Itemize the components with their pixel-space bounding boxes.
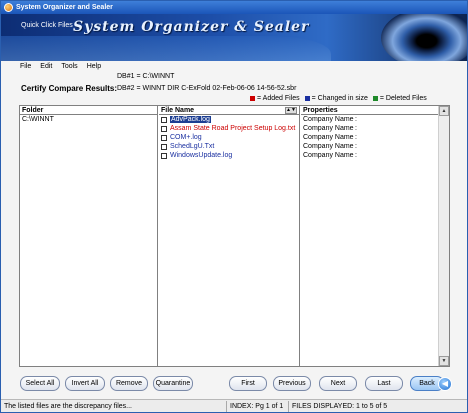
eye-graphic [381, 14, 467, 61]
properties-header: Properties [301, 106, 439, 115]
scroll-down-arrow-icon[interactable]: ▼ [439, 356, 449, 366]
first-button[interactable]: First [229, 376, 267, 391]
properties-list: Company Name: Company Name: Company Name: C… [301, 115, 439, 160]
quarantine-button[interactable]: Quarantine [153, 376, 193, 391]
legend-added: = Added Files [250, 95, 300, 102]
file-name-header-label: File Name [161, 107, 195, 114]
results-panes: Folder C:\WINNT File Name ▲▼ AdvPack.log… [19, 105, 450, 367]
property-row: Company Name: [301, 133, 439, 142]
next-button[interactable]: Next [319, 376, 357, 391]
status-message: The listed files are the discrepancy fil… [1, 400, 227, 412]
banner-wave [1, 36, 331, 61]
scroll-up-arrow-icon[interactable]: ▲ [439, 106, 449, 116]
menu-tools[interactable]: Tools [61, 63, 77, 70]
select-all-button[interactable]: Select All [20, 376, 60, 391]
folder-item[interactable]: C:\WINNT [20, 116, 157, 123]
menu-help[interactable]: Help [87, 63, 101, 70]
window-title: System Organizer and Sealer [16, 4, 113, 11]
legend-deleted: = Deleted Files [372, 95, 427, 102]
legend-swatch-changed [304, 95, 310, 101]
file-name[interactable]: COM+.log [170, 134, 202, 141]
property-row: Company Name: [301, 142, 439, 151]
file-row[interactable]: Assam State Road Project Setup Log.txt [159, 124, 299, 133]
file-row[interactable]: SchedLgU.Txt [159, 142, 299, 151]
invert-all-button[interactable]: Invert All [65, 376, 105, 391]
brand-logo-text: System Organizer & Sealer [73, 19, 310, 35]
banner: Quick Click Files System Organizer & Sea… [1, 14, 467, 61]
property-row: Company Name: [301, 115, 439, 124]
file-row[interactable]: COM+.log [159, 133, 299, 142]
property-key: Company Name [303, 134, 354, 141]
vertical-scrollbar[interactable]: ▲ ▼ [438, 106, 449, 366]
sort-button-icon[interactable]: ▲▼ [285, 107, 297, 114]
legend-changed: = Changed in size [304, 95, 368, 102]
file-pane: File Name ▲▼ AdvPack.log Assam State Road… [159, 106, 300, 366]
previous-button[interactable]: Previous [273, 376, 311, 391]
property-key: Company Name [303, 125, 354, 132]
file-checkbox[interactable] [161, 143, 167, 150]
property-separator: : [355, 134, 357, 141]
back-arrow-icon[interactable]: ◀ [438, 377, 452, 391]
file-row[interactable]: WindowsUpdate.log [159, 151, 299, 160]
property-separator: : [355, 116, 357, 123]
status-index: INDEX: Pg 1 of 1 [227, 400, 289, 412]
file-list: AdvPack.log Assam State Road Project Setu… [159, 115, 299, 160]
menu-edit[interactable]: Edit [40, 63, 52, 70]
property-separator: : [355, 152, 357, 159]
legend-swatch-deleted [372, 95, 378, 101]
file-name-header: File Name ▲▼ [159, 106, 299, 115]
file-checkbox[interactable] [161, 134, 167, 141]
db2-path: DB#2 = WINNT DIR C-ExFold 02-Feb-06-06 1… [117, 85, 297, 92]
last-button[interactable]: Last [365, 376, 403, 391]
menu-file[interactable]: File [20, 63, 31, 70]
property-row: Company Name: [301, 151, 439, 160]
compare-info: DB#1 = C:\WINNT Certify Compare Results:… [21, 71, 461, 105]
file-name[interactable]: WindowsUpdate.log [170, 152, 232, 159]
db1-path: DB#1 = C:\WINNT [117, 73, 175, 80]
file-checkbox[interactable] [161, 116, 167, 123]
legend-swatch-added [250, 95, 255, 101]
app-icon [4, 3, 13, 12]
file-checkbox[interactable] [161, 152, 167, 159]
property-key: Company Name [303, 143, 354, 150]
file-row[interactable]: AdvPack.log [159, 115, 299, 124]
title-bar: System Organizer and Sealer [1, 1, 467, 14]
file-name[interactable]: SchedLgU.Txt [170, 143, 214, 150]
remove-button[interactable]: Remove [110, 376, 148, 391]
file-name[interactable]: AdvPack.log [170, 116, 211, 123]
property-key: Company Name [303, 152, 354, 159]
status-bar: The listed files are the discrepancy fil… [1, 399, 467, 412]
quick-click-files-label: Quick Click Files [21, 22, 73, 29]
property-separator: : [355, 125, 357, 132]
property-separator: : [355, 143, 357, 150]
legend: = Added Files = Changed in size = Delete… [250, 95, 427, 102]
property-row: Company Name: [301, 124, 439, 133]
app-window: System Organizer and Sealer Quick Click … [0, 0, 468, 413]
button-bar: Select All Invert All Remove Quarantine … [1, 376, 467, 392]
property-key: Company Name [303, 116, 354, 123]
properties-pane: Properties Company Name: Company Name: Com… [301, 106, 439, 366]
certify-results-label: Certify Compare Results: [21, 84, 118, 93]
file-checkbox[interactable] [161, 125, 167, 132]
folder-pane: Folder C:\WINNT [20, 106, 158, 366]
folder-header: Folder [20, 106, 157, 115]
file-name[interactable]: Assam State Road Project Setup Log.txt [170, 125, 295, 132]
status-files-displayed: FILES DISPLAYED: 1 to 5 of 5 [292, 402, 388, 410]
